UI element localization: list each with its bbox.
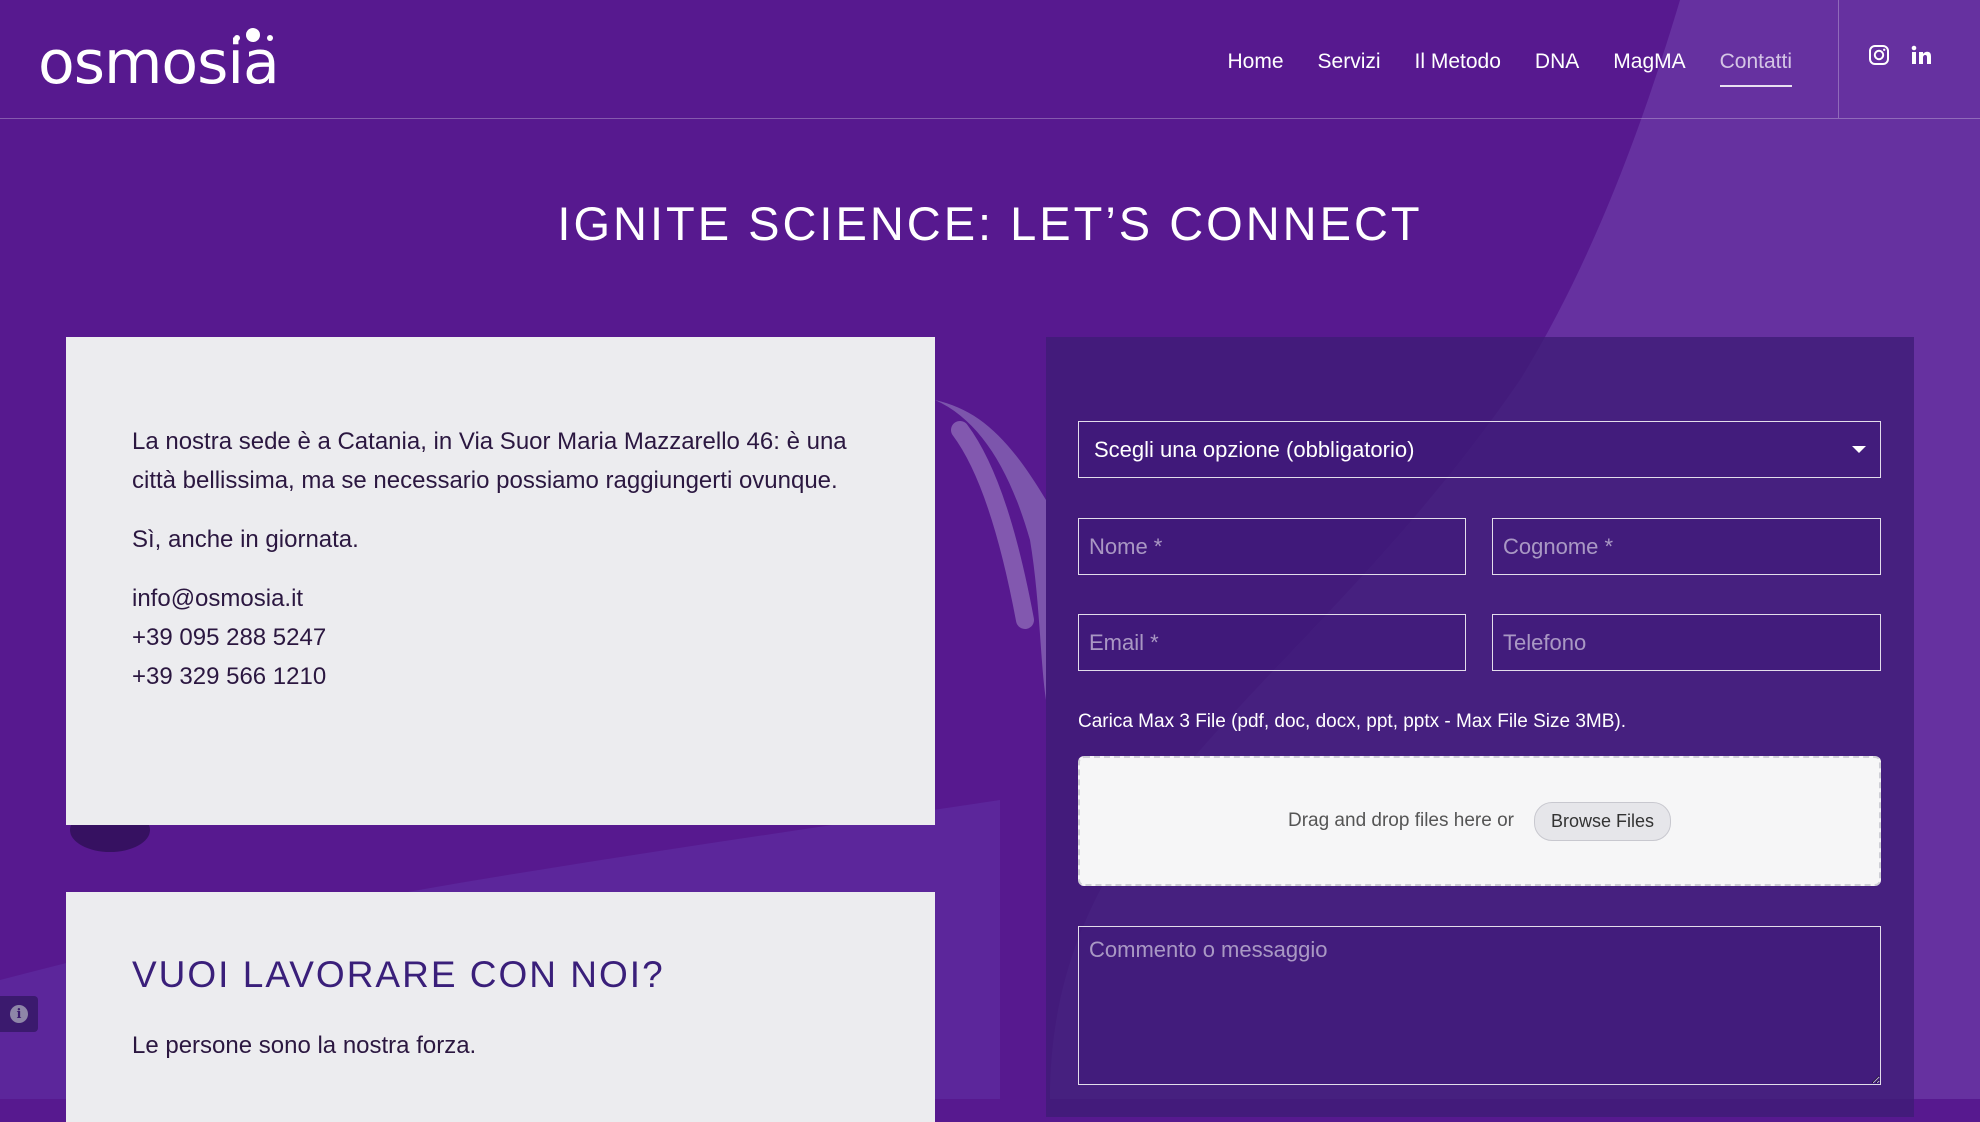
- page-title: IGNITE SCIENCE: LET’S CONNECT: [557, 197, 1423, 250]
- upload-note: Carica Max 3 File (pdf, doc, docx, ppt, …: [1078, 711, 1627, 732]
- logo-wordmark: osmosia: [38, 28, 280, 98]
- message-textarea[interactable]: [1078, 926, 1881, 1085]
- nav-servizi[interactable]: Servizi: [1318, 45, 1381, 79]
- address-text: La nostra sede è a Catania, in Via Suor …: [132, 428, 847, 494]
- chevron-down-icon: [1852, 446, 1866, 453]
- jobs-card: VUOI LAVORARE CON NOI? Le persone sono l…: [66, 892, 935, 1122]
- jobs-text: Le persone sono la nostra forza.: [132, 1032, 477, 1059]
- same-day-text: Sì, anche in giornata.: [132, 526, 359, 553]
- cognome-field[interactable]: [1492, 518, 1881, 575]
- email-field[interactable]: [1078, 614, 1466, 671]
- phone-link-1[interactable]: +39 095 288 5247: [132, 618, 869, 657]
- contact-details: info@osmosia.it +39 095 288 5247 +39 329…: [132, 579, 869, 696]
- telefono-field[interactable]: [1492, 614, 1881, 671]
- phone-link-2[interactable]: +39 329 566 1210: [132, 657, 869, 696]
- option-select[interactable]: Scegli una opzione (obbligatorio): [1078, 421, 1881, 478]
- nav-home[interactable]: Home: [1227, 45, 1283, 79]
- file-dropzone[interactable]: Drag and drop files here or Browse Files: [1078, 756, 1881, 886]
- linkedin-icon[interactable]: [1910, 44, 1932, 66]
- nav-contatti[interactable]: Contatti: [1719, 45, 1793, 87]
- header-divider: [1838, 0, 1839, 118]
- select-label: Scegli una opzione (obbligatorio): [1094, 436, 1415, 462]
- contact-info-card: La nostra sede è a Catania, in Via Suor …: [66, 337, 935, 825]
- logo-dot-mark: [246, 28, 260, 42]
- browse-files-button[interactable]: Browse Files: [1533, 801, 1672, 841]
- nome-field[interactable]: [1078, 518, 1466, 575]
- nav-dna[interactable]: DNA: [1535, 45, 1579, 79]
- jobs-title: VUOI LAVORARE CON NOI?: [132, 954, 665, 995]
- email-link[interactable]: info@osmosia.it: [132, 579, 869, 618]
- logo-dot-small-left: [234, 35, 240, 41]
- nav-magma[interactable]: MagMA: [1613, 45, 1685, 79]
- logo-dot-small-right: [267, 35, 273, 41]
- dropzone-text: Drag and drop files here or: [1287, 810, 1514, 831]
- main-nav: Home Servizi Il Metodo DNA MagMA Contatt…: [1227, 42, 1793, 87]
- site-header: osmosia Home Servizi Il Metodo DNA MagMA…: [0, 0, 1980, 119]
- nav-il-metodo[interactable]: Il Metodo: [1415, 45, 1501, 79]
- info-icon: i: [10, 1005, 28, 1023]
- instagram-icon[interactable]: [1868, 44, 1890, 66]
- info-badge[interactable]: i: [0, 996, 38, 1032]
- osmosia-logo[interactable]: osmosia: [38, 18, 308, 98]
- social-links: [1868, 44, 1932, 66]
